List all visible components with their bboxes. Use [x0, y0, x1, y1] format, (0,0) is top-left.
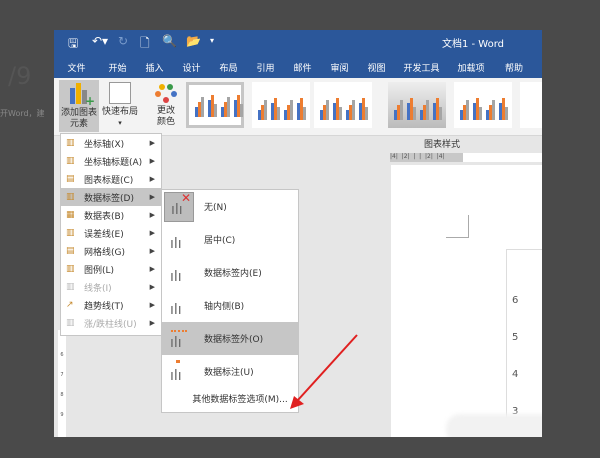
red-arrow-annotation — [290, 334, 358, 409]
